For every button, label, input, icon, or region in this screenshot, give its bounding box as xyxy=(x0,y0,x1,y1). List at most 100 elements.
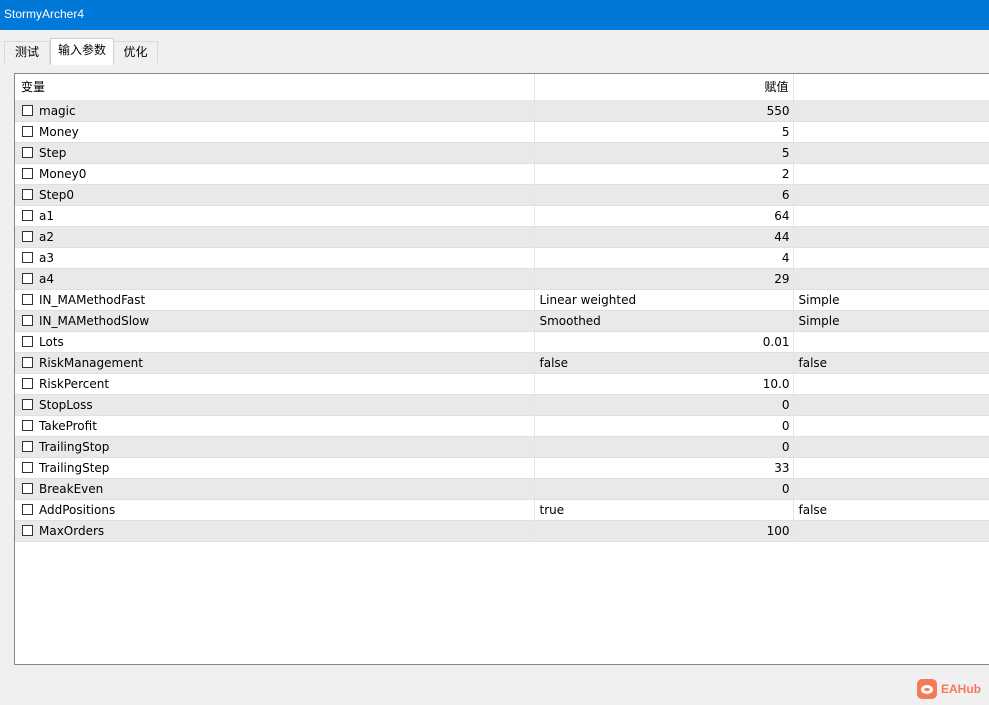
parameter-value-cell[interactable]: 4 xyxy=(534,247,794,269)
parameter-extra-cell[interactable] xyxy=(793,520,989,542)
optimize-checkbox[interactable] xyxy=(22,314,33,326)
column-header-extra[interactable] xyxy=(793,74,989,101)
optimize-checkbox[interactable] xyxy=(22,377,33,389)
optimize-checkbox[interactable] xyxy=(22,482,33,494)
table-row[interactable]: TrailingStep 33 xyxy=(15,457,989,479)
optimize-checkbox[interactable] xyxy=(22,503,33,515)
parameter-extra-cell[interactable] xyxy=(793,373,989,395)
table-row[interactable]: RiskManagement false false xyxy=(15,352,989,374)
parameter-value-cell[interactable]: true xyxy=(534,499,794,521)
table-row[interactable]: Step 5 xyxy=(15,142,989,164)
table-row[interactable]: IN_MAMethodSlow Smoothed Simple xyxy=(15,310,989,332)
optimize-checkbox[interactable] xyxy=(22,524,33,536)
parameter-value-cell[interactable]: 2 xyxy=(534,163,794,185)
parameter-name-cell[interactable]: BreakEven xyxy=(15,478,535,500)
parameter-extra-cell[interactable] xyxy=(793,163,989,185)
optimize-checkbox[interactable] xyxy=(22,104,33,116)
table-row[interactable]: a4 29 xyxy=(15,268,989,290)
parameter-extra-cell[interactable] xyxy=(793,100,989,122)
table-row[interactable]: BreakEven 0 xyxy=(15,478,989,500)
parameter-extra-cell[interactable] xyxy=(793,478,989,500)
parameter-name-cell[interactable]: Lots xyxy=(15,331,535,353)
table-row[interactable]: a3 4 xyxy=(15,247,989,269)
parameter-extra-cell[interactable]: Simple xyxy=(793,310,989,332)
table-row[interactable]: AddPositions true false xyxy=(15,499,989,521)
optimize-checkbox[interactable] xyxy=(22,188,33,200)
parameter-extra-cell[interactable] xyxy=(793,331,989,353)
parameter-value-cell[interactable]: 0 xyxy=(534,394,794,416)
tab-test[interactable]: 测试 xyxy=(4,41,50,63)
tab-optimization[interactable]: 优化 xyxy=(113,41,158,63)
optimize-checkbox[interactable] xyxy=(22,335,33,347)
table-row[interactable]: TrailingStop 0 xyxy=(15,436,989,458)
parameter-name-cell[interactable]: MaxOrders xyxy=(15,520,535,542)
parameter-value-cell[interactable]: 44 xyxy=(534,226,794,248)
table-row[interactable]: a2 44 xyxy=(15,226,989,248)
parameter-name-cell[interactable]: RiskPercent xyxy=(15,373,535,395)
parameter-name-cell[interactable]: IN_MAMethodFast xyxy=(15,289,535,311)
parameter-value-cell[interactable]: 5 xyxy=(534,142,794,164)
parameter-value-cell[interactable]: 550 xyxy=(534,100,794,122)
parameter-name-cell[interactable]: Step xyxy=(15,142,535,164)
parameter-name-cell[interactable]: RiskManagement xyxy=(15,352,535,374)
optimize-checkbox[interactable] xyxy=(22,167,33,179)
table-row[interactable]: Money 5 xyxy=(15,121,989,143)
parameter-value-cell[interactable]: 5 xyxy=(534,121,794,143)
parameter-name-cell[interactable]: Money0 xyxy=(15,163,535,185)
table-row[interactable]: TakeProfit 0 xyxy=(15,415,989,437)
optimize-checkbox[interactable] xyxy=(22,251,33,263)
parameter-value-cell[interactable]: 100 xyxy=(534,520,794,542)
optimize-checkbox[interactable] xyxy=(22,440,33,452)
parameter-value-cell[interactable]: 0 xyxy=(534,415,794,437)
parameter-name-cell[interactable]: Money xyxy=(15,121,535,143)
table-row[interactable]: a1 64 xyxy=(15,205,989,227)
parameter-extra-cell[interactable]: Simple xyxy=(793,289,989,311)
parameter-value-cell[interactable]: 33 xyxy=(534,457,794,479)
parameter-name-cell[interactable]: a4 xyxy=(15,268,535,290)
parameter-name-cell[interactable]: a1 xyxy=(15,205,535,227)
parameter-extra-cell[interactable] xyxy=(793,268,989,290)
optimize-checkbox[interactable] xyxy=(22,146,33,158)
table-row[interactable]: Money0 2 xyxy=(15,163,989,185)
parameter-extra-cell[interactable] xyxy=(793,121,989,143)
optimize-checkbox[interactable] xyxy=(22,419,33,431)
table-row[interactable]: RiskPercent 10.0 xyxy=(15,373,989,395)
parameter-extra-cell[interactable] xyxy=(793,457,989,479)
parameter-value-cell[interactable]: 0 xyxy=(534,478,794,500)
parameter-value-cell[interactable]: 6 xyxy=(534,184,794,206)
parameter-name-cell[interactable]: TrailingStop xyxy=(15,436,535,458)
parameter-name-cell[interactable]: TakeProfit xyxy=(15,415,535,437)
table-row[interactable]: MaxOrders 100 xyxy=(15,520,989,542)
parameter-value-cell[interactable]: 64 xyxy=(534,205,794,227)
table-row[interactable]: StopLoss 0 xyxy=(15,394,989,416)
parameter-value-cell[interactable]: 0 xyxy=(534,436,794,458)
parameter-name-cell[interactable]: TrailingStep xyxy=(15,457,535,479)
parameter-value-cell[interactable]: Linear weighted xyxy=(534,289,794,311)
table-row[interactable]: Step0 6 xyxy=(15,184,989,206)
parameter-name-cell[interactable]: StopLoss xyxy=(15,394,535,416)
parameter-value-cell[interactable]: false xyxy=(534,352,794,374)
parameter-name-cell[interactable]: Step0 xyxy=(15,184,535,206)
optimize-checkbox[interactable] xyxy=(22,209,33,221)
column-header-variable[interactable]: 变量 xyxy=(15,74,535,101)
parameter-extra-cell[interactable] xyxy=(793,205,989,227)
parameter-value-cell[interactable]: 29 xyxy=(534,268,794,290)
parameter-extra-cell[interactable] xyxy=(793,247,989,269)
parameter-extra-cell[interactable]: false xyxy=(793,352,989,374)
parameter-name-cell[interactable]: magic xyxy=(15,100,535,122)
optimize-checkbox[interactable] xyxy=(22,356,33,368)
optimize-checkbox[interactable] xyxy=(22,230,33,242)
table-row[interactable]: magic 550 xyxy=(15,100,989,122)
parameter-extra-cell[interactable] xyxy=(793,436,989,458)
parameter-value-cell[interactable]: 0.01 xyxy=(534,331,794,353)
parameter-value-cell[interactable]: 10.0 xyxy=(534,373,794,395)
parameter-name-cell[interactable]: a3 xyxy=(15,247,535,269)
table-row[interactable]: Lots 0.01 xyxy=(15,331,989,353)
table-row[interactable]: IN_MAMethodFast Linear weighted Simple xyxy=(15,289,989,311)
optimize-checkbox[interactable] xyxy=(22,398,33,410)
column-header-value[interactable]: 赋值 xyxy=(534,74,794,101)
optimize-checkbox[interactable] xyxy=(22,293,33,305)
optimize-checkbox[interactable] xyxy=(22,125,33,137)
parameter-name-cell[interactable]: AddPositions xyxy=(15,499,535,521)
parameter-extra-cell[interactable] xyxy=(793,142,989,164)
